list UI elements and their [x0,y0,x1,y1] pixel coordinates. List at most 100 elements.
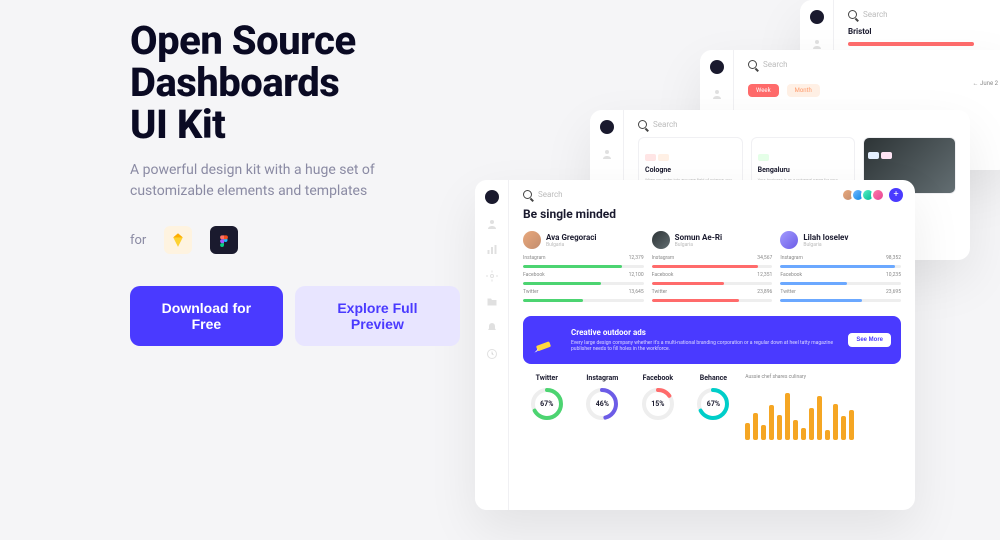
chart-bar [745,423,750,441]
logo-icon [485,190,499,204]
donut-percent: 67% [695,386,731,422]
hero-subtitle: A powerful design kit with a huge set of… [130,160,460,202]
chart-bar [809,408,814,441]
user-icon [711,88,723,100]
donut-label: Twitter [523,374,571,382]
banner-subtitle: Every large design company whether it's … [571,340,838,353]
donut-card: Behance 67% [690,374,738,442]
folder-icon [486,296,498,308]
stat-value: 98,352 [886,255,901,261]
profile-location: Bulgaria [675,242,722,248]
stat-value: 23,695 [886,289,901,295]
profile-location: Bulgaria [803,242,848,248]
stat-value: 10,235 [886,272,901,278]
stat-value: 23,896 [757,289,772,295]
logo-icon [600,120,614,134]
card-title: Cologne [645,166,736,174]
date-nav[interactable]: ← June 2 [973,80,998,87]
badge [658,154,669,161]
profile-card[interactable]: Ava GregoraciBulgariaInstagram12,379Face… [523,231,644,306]
chart-bar [793,420,798,440]
chart-bar [769,405,774,440]
chart-bar [817,396,822,440]
stat-label: Twitter [780,289,795,295]
avatar [523,231,541,249]
stat-value: 12,100 [629,272,644,278]
donut-label: Instagram [579,374,627,382]
donut-percent: 67% [529,386,565,422]
stat-label: Twitter [652,289,667,295]
search-icon [848,10,857,19]
profile-name: Lilah Ioselev [803,233,848,242]
hero-title: Open Source Dashboards UI Kit [130,20,460,146]
user-icon [486,218,498,230]
stat-value: 12,351 [757,272,772,278]
explore-button[interactable]: Explore Full Preview [295,286,460,346]
profile-card[interactable]: Lilah IoselevBulgaria Instagram 98,352 Face… [780,231,901,306]
logo-icon [710,60,724,74]
figma-icon [210,226,238,254]
stat-label: Facebook [523,272,545,278]
profile-name: Ava Gregoraci [546,233,597,242]
donut-card: Facebook 15% [634,374,682,442]
stat-value: 12,379 [629,255,644,261]
tab-month[interactable]: Month [787,84,820,97]
badge [868,152,879,159]
stat-label: Instagram [780,255,803,261]
user-icon [811,38,823,50]
badge [881,152,892,159]
chart-bar [777,415,782,440]
preview-mockups: Search Bristol Search Week Month ← June … [470,0,1000,540]
see-more-button[interactable]: See More [848,333,891,347]
for-label: for [130,233,146,248]
badge [758,154,769,161]
avatar [652,231,670,249]
tab-week[interactable]: Week [748,84,779,97]
city-title: Bristol [848,27,1000,36]
stat-value: 34,567 [757,255,772,261]
chart-bar [841,416,846,440]
page-title: Be single minded [523,207,901,221]
donut-percent: 46% [584,386,620,422]
donut-label: Facebook [634,374,682,382]
sketch-icon [164,226,192,254]
profile-location: Bulgaria [546,242,597,248]
search-placeholder: Search [863,10,888,19]
profile-name: Somun Ae-Ri [675,233,722,242]
donut-card: Twitter 67% [523,374,571,442]
chart-bar [753,413,758,441]
chart-bar [833,404,838,440]
search-icon [748,60,757,69]
logo-icon [810,10,824,24]
chart-title: Aussie chef shares culinary [745,374,901,380]
avatar-stack: + [845,188,903,202]
stat-label: Twitter [523,289,538,295]
add-user-button[interactable]: + [889,188,903,202]
badge [645,154,656,161]
settings-icon [486,270,498,282]
chart-bar [825,430,830,440]
promo-banner: Creative outdoor ads Every large design … [523,316,901,364]
stat-value: 13,645 [629,289,644,295]
user-icon [601,148,613,160]
stat-label: Instagram [652,255,675,261]
chart-bar [761,425,766,440]
progress-bar [848,42,974,46]
pencil-icon [533,326,561,354]
chart-icon [486,244,498,256]
search-icon [638,120,647,129]
card-title: Bengaluru [758,166,849,174]
banner-title: Creative outdoor ads [571,328,838,337]
chart-bar [849,410,854,440]
stat-label: Facebook [652,272,674,278]
bell-icon [486,322,498,334]
download-button[interactable]: Download for Free [130,286,283,346]
stat-label: Facebook [780,272,802,278]
donut-card: Instagram 46% [579,374,627,442]
bar-chart [745,384,901,442]
search-icon [523,190,532,199]
donut-label: Behance [690,374,738,382]
profile-card[interactable]: Somun Ae-RiBulgaria Instagram 34,567 Facebo… [652,231,773,306]
donut-percent: 15% [640,386,676,422]
clock-icon [486,348,498,360]
